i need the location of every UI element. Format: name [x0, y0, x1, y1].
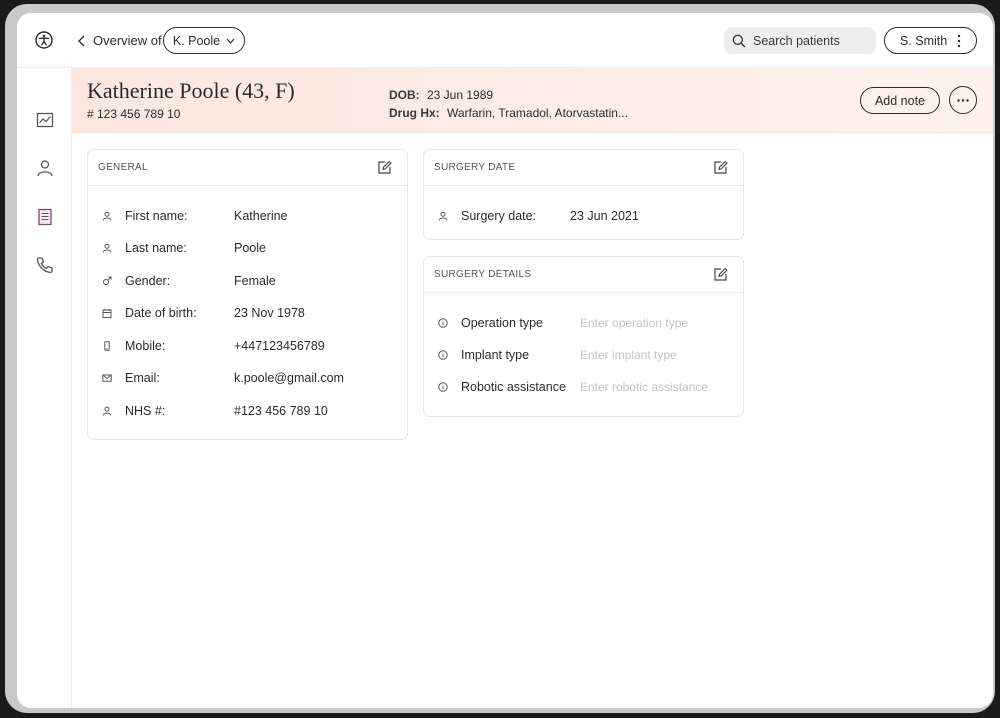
sidebar	[17, 68, 72, 708]
email-value: k.poole@gmail.com	[234, 371, 344, 385]
implant-type-input[interactable]	[580, 348, 730, 362]
general-card-title: GENERAL	[98, 162, 148, 173]
dob-field-value: 23 Nov 1978	[234, 306, 305, 320]
info-icon	[438, 318, 448, 328]
general-row: NHS #: #123 456 789 10	[102, 402, 328, 420]
back-label: Overview of	[93, 33, 162, 48]
mobile-value: +447123456789	[234, 339, 325, 353]
operation-type-label: Operation type	[461, 316, 543, 330]
general-row: Mobile: +447123456789	[102, 337, 325, 355]
more-options-button[interactable]	[949, 86, 977, 114]
person-icon	[102, 406, 112, 416]
chevron-left-icon	[78, 35, 85, 46]
accessibility-logo-icon[interactable]	[35, 31, 53, 49]
gender-label: Gender:	[125, 274, 171, 288]
general-row: Email: k.poole@gmail.com	[102, 369, 344, 387]
nhs-label: NHS #:	[125, 404, 166, 418]
info-icon	[438, 350, 448, 360]
gender-value: Female	[234, 274, 276, 288]
app-screen: Overview of K. Poole S. Smith	[17, 13, 993, 708]
implant-type-label: Implant type	[461, 348, 530, 362]
person-icon	[438, 211, 448, 221]
patient-name: Katherine Poole (43, F)	[87, 78, 295, 103]
chevron-down-icon	[226, 38, 235, 44]
person-icon	[102, 211, 112, 221]
dob-field-label: Date of birth:	[125, 306, 197, 320]
robotic-assistance-label: Robotic assistance	[461, 380, 566, 394]
drug-history-value: Warfarin, Tramadol, Atorvastatin...	[447, 106, 628, 120]
document-icon[interactable]	[35, 207, 55, 227]
general-row: First name: Katherine	[102, 207, 288, 225]
dob-label: DOB:	[389, 88, 420, 102]
patient-header: Katherine Poole (43, F) # 123 456 789 10…	[72, 68, 993, 133]
patient-selector-label: K. Poole	[172, 33, 221, 48]
patient-selector[interactable]: K. Poole	[163, 27, 245, 54]
user-menu-button[interactable]: S. Smith	[884, 27, 977, 54]
device-frame: Overview of K. Poole S. Smith	[5, 4, 995, 713]
general-card-header: GENERAL	[88, 150, 407, 186]
surgery-detail-row: Robotic assistance	[438, 378, 730, 396]
search-icon	[732, 34, 746, 47]
surgery-details-card: SURGERY DETAILS Operation type Implant t…	[423, 256, 744, 417]
vertical-dots-icon	[957, 34, 961, 48]
back-link[interactable]: Overview of	[77, 33, 162, 48]
email-label: Email:	[125, 371, 160, 385]
first-name-value: Katherine	[234, 209, 288, 223]
calendar-icon	[102, 308, 112, 318]
horizontal-dots-icon	[957, 98, 969, 102]
surgery-details-card-title: SURGERY DETAILS	[434, 269, 532, 280]
info-icon	[438, 382, 448, 392]
chart-icon[interactable]	[35, 110, 55, 130]
general-card: GENERAL First name: Katherine Last name:…	[87, 149, 408, 440]
operation-type-input[interactable]	[580, 316, 730, 330]
mobile-icon	[104, 341, 110, 351]
drug-history-label: Drug Hx:	[389, 106, 440, 120]
mail-icon	[102, 374, 112, 382]
surgery-date-value: 23 Jun 2021	[570, 209, 639, 223]
general-row: Last name: Poole	[102, 239, 266, 257]
nhs-value: #123 456 789 10	[234, 404, 328, 418]
surgery-date-card: SURGERY DATE Surgery date: 23 Jun 2021	[423, 149, 744, 240]
general-row: Date of birth: 23 Nov 1978	[102, 304, 305, 322]
surgery-date-card-title: SURGERY DATE	[434, 162, 516, 173]
surgery-date-label: Surgery date:	[461, 209, 537, 223]
general-row: Gender: Female	[102, 272, 276, 290]
search-box	[724, 27, 876, 54]
edit-icon[interactable]	[713, 267, 728, 282]
first-name-label: First name:	[125, 209, 188, 223]
top-bar: Overview of K. Poole S. Smith	[17, 13, 993, 68]
surgery-date-card-header: SURGERY DATE	[424, 150, 743, 186]
surgery-detail-row: Implant type	[438, 346, 730, 364]
phone-icon[interactable]	[35, 255, 55, 275]
dob-value: 23 Jun 1989	[427, 88, 494, 102]
patient-nhs-number: # 123 456 789 10	[87, 107, 181, 121]
surgery-date-row: Surgery date: 23 Jun 2021	[438, 207, 639, 225]
edit-icon[interactable]	[713, 160, 728, 175]
last-name-value: Poole	[234, 241, 266, 255]
mobile-label: Mobile:	[125, 339, 166, 353]
search-input[interactable]	[753, 33, 868, 48]
person-icon[interactable]	[35, 158, 55, 178]
edit-icon[interactable]	[377, 160, 392, 175]
add-note-button[interactable]: Add note	[860, 87, 940, 114]
gender-icon	[103, 276, 112, 285]
user-name: S. Smith	[900, 33, 948, 48]
robotic-assistance-input[interactable]	[580, 380, 730, 394]
person-icon	[102, 243, 112, 253]
surgery-details-card-header: SURGERY DETAILS	[424, 257, 743, 293]
surgery-detail-row: Operation type	[438, 314, 730, 332]
last-name-label: Last name:	[125, 241, 187, 255]
